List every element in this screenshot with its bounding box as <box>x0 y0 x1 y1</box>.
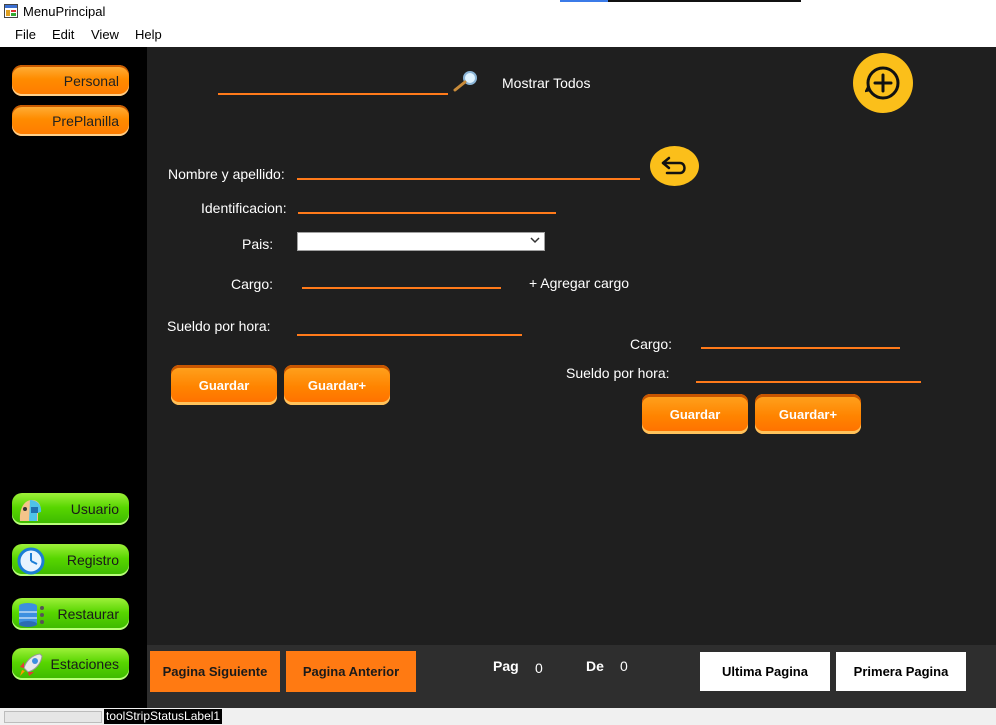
sueldo-label: Sueldo por hora: <box>167 318 271 334</box>
cargo-panel-guardar-button[interactable]: Guardar <box>642 394 748 434</box>
page-label: Pag <box>493 658 519 674</box>
cargo-panel-cargo-label: Cargo: <box>630 336 673 352</box>
sidebar-estaciones-label: Estaciones <box>50 656 119 672</box>
sidebar-personal-button[interactable]: Personal <box>12 65 129 96</box>
cargo-panel-guardar-label: Guardar <box>669 406 721 422</box>
menu-file[interactable]: File <box>15 27 36 42</box>
total-pages: 0 <box>620 658 628 674</box>
first-page-label: Primera Pagina <box>853 664 949 679</box>
agregar-cargo-link[interactable]: + Agregar cargo <box>529 275 629 291</box>
plus-circle-icon <box>865 66 900 100</box>
next-page-label: Pagina Siguiente <box>162 664 268 679</box>
pais-label: Pais: <box>242 236 274 252</box>
sidebar-estaciones-button[interactable]: Estaciones <box>12 648 129 680</box>
window-title: MenuPrincipal <box>23 4 106 19</box>
nombre-field[interactable] <box>297 178 640 180</box>
main-panel <box>147 47 996 645</box>
cargo-panel-sueldo-field[interactable] <box>696 381 921 383</box>
previous-page-button[interactable]: Pagina Anterior <box>286 651 416 692</box>
cargo-panel-sueldo-label: Sueldo por hora: <box>566 365 670 381</box>
last-page-button[interactable]: Ultima Pagina <box>700 652 830 691</box>
guardar-plus-button[interactable]: Guardar+ <box>284 365 390 405</box>
status-label: toolStripStatusLabel1 <box>104 709 223 724</box>
last-page-label: Ultima Pagina <box>722 664 808 679</box>
show-all-button[interactable]: Mostrar Todos <box>502 75 590 91</box>
pais-select[interactable] <box>297 232 545 251</box>
cargo-field[interactable] <box>302 287 501 289</box>
undo-arrow-icon <box>661 156 686 175</box>
guardar-button[interactable]: Guardar <box>171 365 277 405</box>
add-button[interactable] <box>853 53 913 113</box>
sidebar-preplanilla-button[interactable]: PrePlanilla <box>12 105 129 136</box>
title-bar-line <box>608 0 801 2</box>
cargo-panel-guardar-plus-label: Guardar+ <box>778 406 838 422</box>
rocket-icon <box>20 653 43 676</box>
sueldo-field[interactable] <box>297 334 522 336</box>
chevron-down-icon <box>530 237 540 244</box>
database-icon <box>19 603 44 627</box>
cargo-label: Cargo: <box>231 276 274 292</box>
sidebar-usuario-button[interactable]: Usuario <box>12 493 129 525</box>
user-head-icon <box>19 500 42 521</box>
menu-edit[interactable]: Edit <box>52 27 74 42</box>
menu-bar: File Edit View Help <box>0 23 996 47</box>
guardar-button-label: Guardar <box>198 377 250 393</box>
first-page-button[interactable]: Primera Pagina <box>836 652 966 691</box>
cargo-panel-cargo-field[interactable] <box>701 347 900 349</box>
sidebar: Personal PrePlanilla Usuario Registro Re… <box>0 47 147 708</box>
sidebar-restaurar-label: Restaurar <box>57 606 119 622</box>
next-page-button[interactable]: Pagina Siguiente <box>150 651 280 692</box>
app-window-icon <box>4 4 18 18</box>
nombre-label: Nombre y apellido: <box>168 166 285 182</box>
sidebar-personal-label: Personal <box>63 72 119 89</box>
search-input[interactable] <box>218 93 448 95</box>
status-strip: toolStripStatusLabel1 <box>0 708 996 725</box>
identificacion-label: Identificacion: <box>201 200 287 216</box>
sidebar-registro-button[interactable]: Registro <box>12 544 129 576</box>
menu-help[interactable]: Help <box>135 27 162 42</box>
clock-icon <box>17 547 45 575</box>
sidebar-preplanilla-label: PrePlanilla <box>52 112 119 129</box>
total-label: De <box>586 658 604 674</box>
previous-page-label: Pagina Anterior <box>302 664 400 679</box>
sidebar-usuario-label: Usuario <box>70 501 119 517</box>
status-progress-bar <box>4 711 102 723</box>
menu-view[interactable]: View <box>91 27 119 42</box>
back-button[interactable] <box>650 146 699 186</box>
title-bar-highlight <box>560 0 608 2</box>
magnifier-icon[interactable] <box>452 70 480 92</box>
title-bar: MenuPrincipal <box>0 0 996 23</box>
cargo-panel-guardar-plus-button[interactable]: Guardar+ <box>755 394 861 434</box>
page-number: 0 <box>535 660 543 676</box>
sidebar-restaurar-button[interactable]: Restaurar <box>12 598 129 630</box>
sidebar-registro-label: Registro <box>66 552 119 568</box>
identificacion-field[interactable] <box>298 212 556 214</box>
guardar-plus-button-label: Guardar+ <box>307 377 367 393</box>
